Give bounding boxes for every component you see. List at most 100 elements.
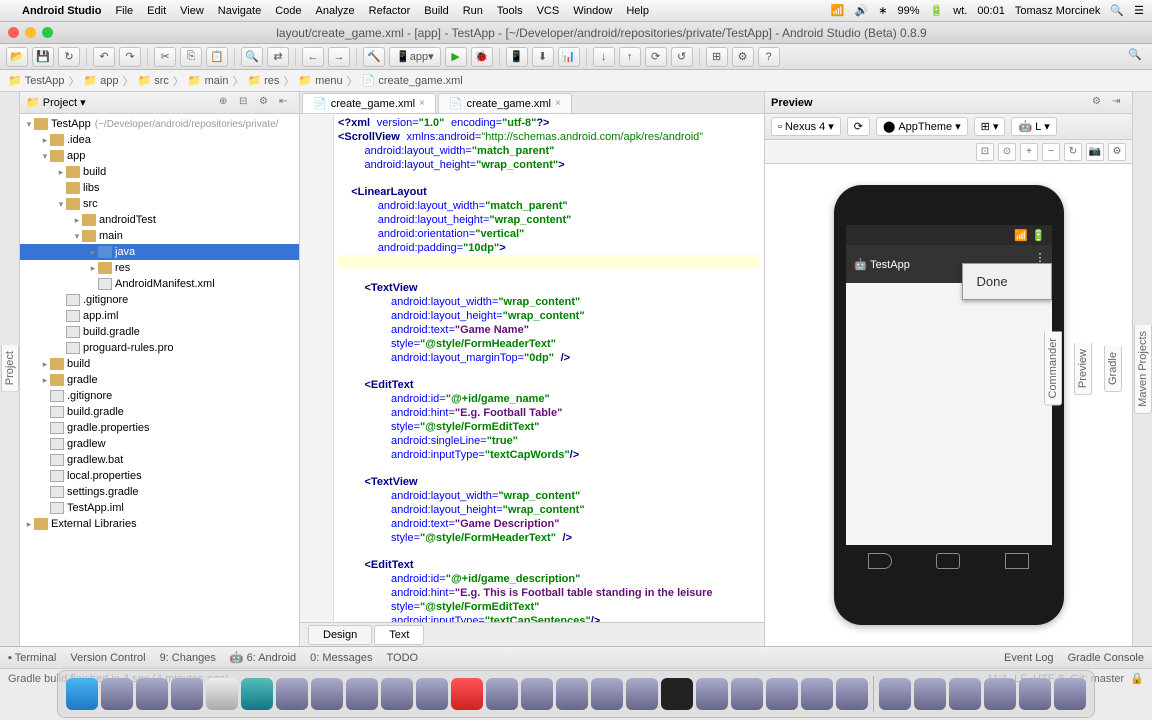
help-button[interactable]: ? bbox=[758, 47, 780, 67]
tree-item[interactable]: ▸build bbox=[20, 164, 299, 180]
settings-button[interactable]: ⚙ bbox=[732, 47, 754, 67]
tree-item[interactable]: proguard-rules.pro bbox=[20, 340, 299, 356]
project-tree[interactable]: ▾TestApp(~/Developer/android/repositorie… bbox=[20, 114, 299, 646]
tool-android[interactable]: 🤖 6: Android bbox=[230, 651, 296, 664]
dock-photobooth[interactable] bbox=[556, 678, 588, 710]
dock-launchpad[interactable] bbox=[101, 678, 133, 710]
tree-item[interactable]: ▸res bbox=[20, 260, 299, 276]
vcs-revert-button[interactable]: ↺ bbox=[671, 47, 693, 67]
activity-dropdown[interactable]: ⊞ ▾ bbox=[974, 117, 1006, 136]
orientation-button[interactable]: ⟳ bbox=[847, 117, 870, 136]
tree-item[interactable]: ▾src bbox=[20, 196, 299, 212]
structure-button[interactable]: ⊞ bbox=[706, 47, 728, 67]
menu-analyze[interactable]: Analyze bbox=[316, 5, 355, 17]
menu-item-done[interactable]: Done bbox=[963, 264, 1051, 299]
dock-reminders[interactable] bbox=[381, 678, 413, 710]
render-settings-icon[interactable]: ⚙ bbox=[1108, 143, 1126, 161]
dock-sublime[interactable] bbox=[696, 678, 728, 710]
tree-item[interactable]: ▾main bbox=[20, 228, 299, 244]
crumb-project[interactable]: 📁 TestApp bbox=[8, 74, 64, 87]
dock-appstore[interactable] bbox=[171, 678, 203, 710]
undo-button[interactable]: ↶ bbox=[93, 47, 115, 67]
make-button[interactable]: 🔨 bbox=[363, 47, 385, 67]
dock-documents[interactable] bbox=[914, 678, 946, 710]
open-button[interactable]: 📂 bbox=[6, 47, 28, 67]
tree-item[interactable]: settings.gradle bbox=[20, 484, 299, 500]
tool-event-log[interactable]: Event Log bbox=[1004, 652, 1054, 664]
project-view-dropdown[interactable]: 📁 Project ▾ bbox=[26, 96, 86, 109]
tool-preview[interactable]: Preview bbox=[1074, 343, 1092, 395]
tree-item[interactable]: ▾TestApp(~/Developer/android/repositorie… bbox=[20, 116, 299, 132]
zoom-window-button[interactable] bbox=[42, 27, 53, 38]
tool-changes[interactable]: 9: Changes bbox=[160, 652, 216, 664]
dock-itunes[interactable] bbox=[451, 678, 483, 710]
dock-chrome[interactable] bbox=[626, 678, 658, 710]
menu-tools[interactable]: Tools bbox=[497, 5, 523, 17]
tool-messages[interactable]: 0: Messages bbox=[310, 652, 372, 664]
tool-commander[interactable]: Commander bbox=[1044, 332, 1062, 406]
monitor-button[interactable]: 📊 bbox=[558, 47, 580, 67]
redo-button[interactable]: ↷ bbox=[119, 47, 141, 67]
collapse-all-icon[interactable]: ⊟ bbox=[239, 96, 253, 110]
menu-file[interactable]: File bbox=[115, 5, 133, 17]
menu-refactor[interactable]: Refactor bbox=[369, 5, 411, 17]
close-window-button[interactable] bbox=[8, 27, 19, 38]
tool-vcs[interactable]: Version Control bbox=[70, 652, 145, 664]
app-name[interactable]: Android Studio bbox=[22, 5, 101, 17]
dock-facetime[interactable] bbox=[521, 678, 553, 710]
crumb-main[interactable]: 📁 main bbox=[188, 74, 229, 87]
notifications-icon[interactable]: ☰ bbox=[1134, 4, 1144, 17]
dock-ibooks[interactable] bbox=[486, 678, 518, 710]
search-everywhere-icon[interactable]: 🔍 bbox=[1128, 48, 1146, 66]
dock-sourcetree[interactable] bbox=[731, 678, 763, 710]
crumb-file[interactable]: 📄 create_game.xml bbox=[362, 74, 463, 87]
menu-window[interactable]: Window bbox=[573, 5, 612, 17]
user-name[interactable]: Tomasz Morcinek bbox=[1015, 5, 1101, 17]
tree-item[interactable]: gradlew.bat bbox=[20, 452, 299, 468]
menu-vcs[interactable]: VCS bbox=[537, 5, 560, 17]
menu-build[interactable]: Build bbox=[424, 5, 448, 17]
lock-icon[interactable]: 🔒 bbox=[1130, 672, 1144, 685]
zoom-fit-icon[interactable]: ⊡ bbox=[976, 143, 994, 161]
tree-item[interactable]: app.iml bbox=[20, 308, 299, 324]
tree-item[interactable]: local.properties bbox=[20, 468, 299, 484]
refresh-icon[interactable]: ↻ bbox=[1064, 143, 1082, 161]
hide-panel-icon[interactable]: ⇤ bbox=[279, 96, 293, 110]
dock-folder-1[interactable] bbox=[949, 678, 981, 710]
dock-maps[interactable] bbox=[416, 678, 448, 710]
copy-button[interactable]: ⎘ bbox=[180, 47, 202, 67]
cut-button[interactable]: ✂ bbox=[154, 47, 176, 67]
volume-icon[interactable]: 🔊 bbox=[855, 4, 869, 17]
dock-finder[interactable] bbox=[66, 678, 98, 710]
crumb-res[interactable]: 📁 res bbox=[247, 74, 279, 87]
run-config-dropdown[interactable]: 📱 app ▾ bbox=[389, 47, 441, 67]
close-icon[interactable]: × bbox=[419, 98, 425, 109]
capture-icon[interactable]: 📷 bbox=[1086, 143, 1104, 161]
find-button[interactable]: 🔍 bbox=[241, 47, 263, 67]
home-nav-icon[interactable] bbox=[936, 553, 960, 569]
run-button[interactable]: ▶ bbox=[445, 47, 467, 67]
forward-button[interactable]: → bbox=[328, 47, 350, 67]
dock-android-studio[interactable] bbox=[801, 678, 833, 710]
dock-evernote[interactable] bbox=[766, 678, 798, 710]
battery-icon[interactable]: 🔋 bbox=[930, 4, 944, 17]
paste-button[interactable]: 📋 bbox=[206, 47, 228, 67]
tree-item[interactable]: ▸.idea bbox=[20, 132, 299, 148]
spotlight-icon[interactable]: 🔍 bbox=[1110, 4, 1124, 17]
tree-item[interactable]: build.gradle bbox=[20, 324, 299, 340]
hide-preview-icon[interactable]: ⇥ bbox=[1112, 96, 1126, 110]
dock-folder-2[interactable] bbox=[984, 678, 1016, 710]
tree-item[interactable]: ▸java bbox=[20, 244, 299, 260]
dock-notes[interactable] bbox=[346, 678, 378, 710]
menu-edit[interactable]: Edit bbox=[147, 5, 166, 17]
tree-item[interactable]: ▸External Libraries bbox=[20, 516, 299, 532]
tool-gradle-console[interactable]: Gradle Console bbox=[1068, 652, 1144, 664]
tree-item[interactable]: .gitignore bbox=[20, 388, 299, 404]
crumb-app[interactable]: 📁 app bbox=[83, 74, 118, 87]
tree-item[interactable]: TestApp.iml bbox=[20, 500, 299, 516]
sync-button[interactable]: ↻ bbox=[58, 47, 80, 67]
tab-create-game-1[interactable]: 📄 create_game.xml × bbox=[302, 93, 436, 113]
tree-item[interactable]: gradle.properties bbox=[20, 420, 299, 436]
save-button[interactable]: 💾 bbox=[32, 47, 54, 67]
bluetooth-icon[interactable]: ∗ bbox=[878, 4, 887, 17]
